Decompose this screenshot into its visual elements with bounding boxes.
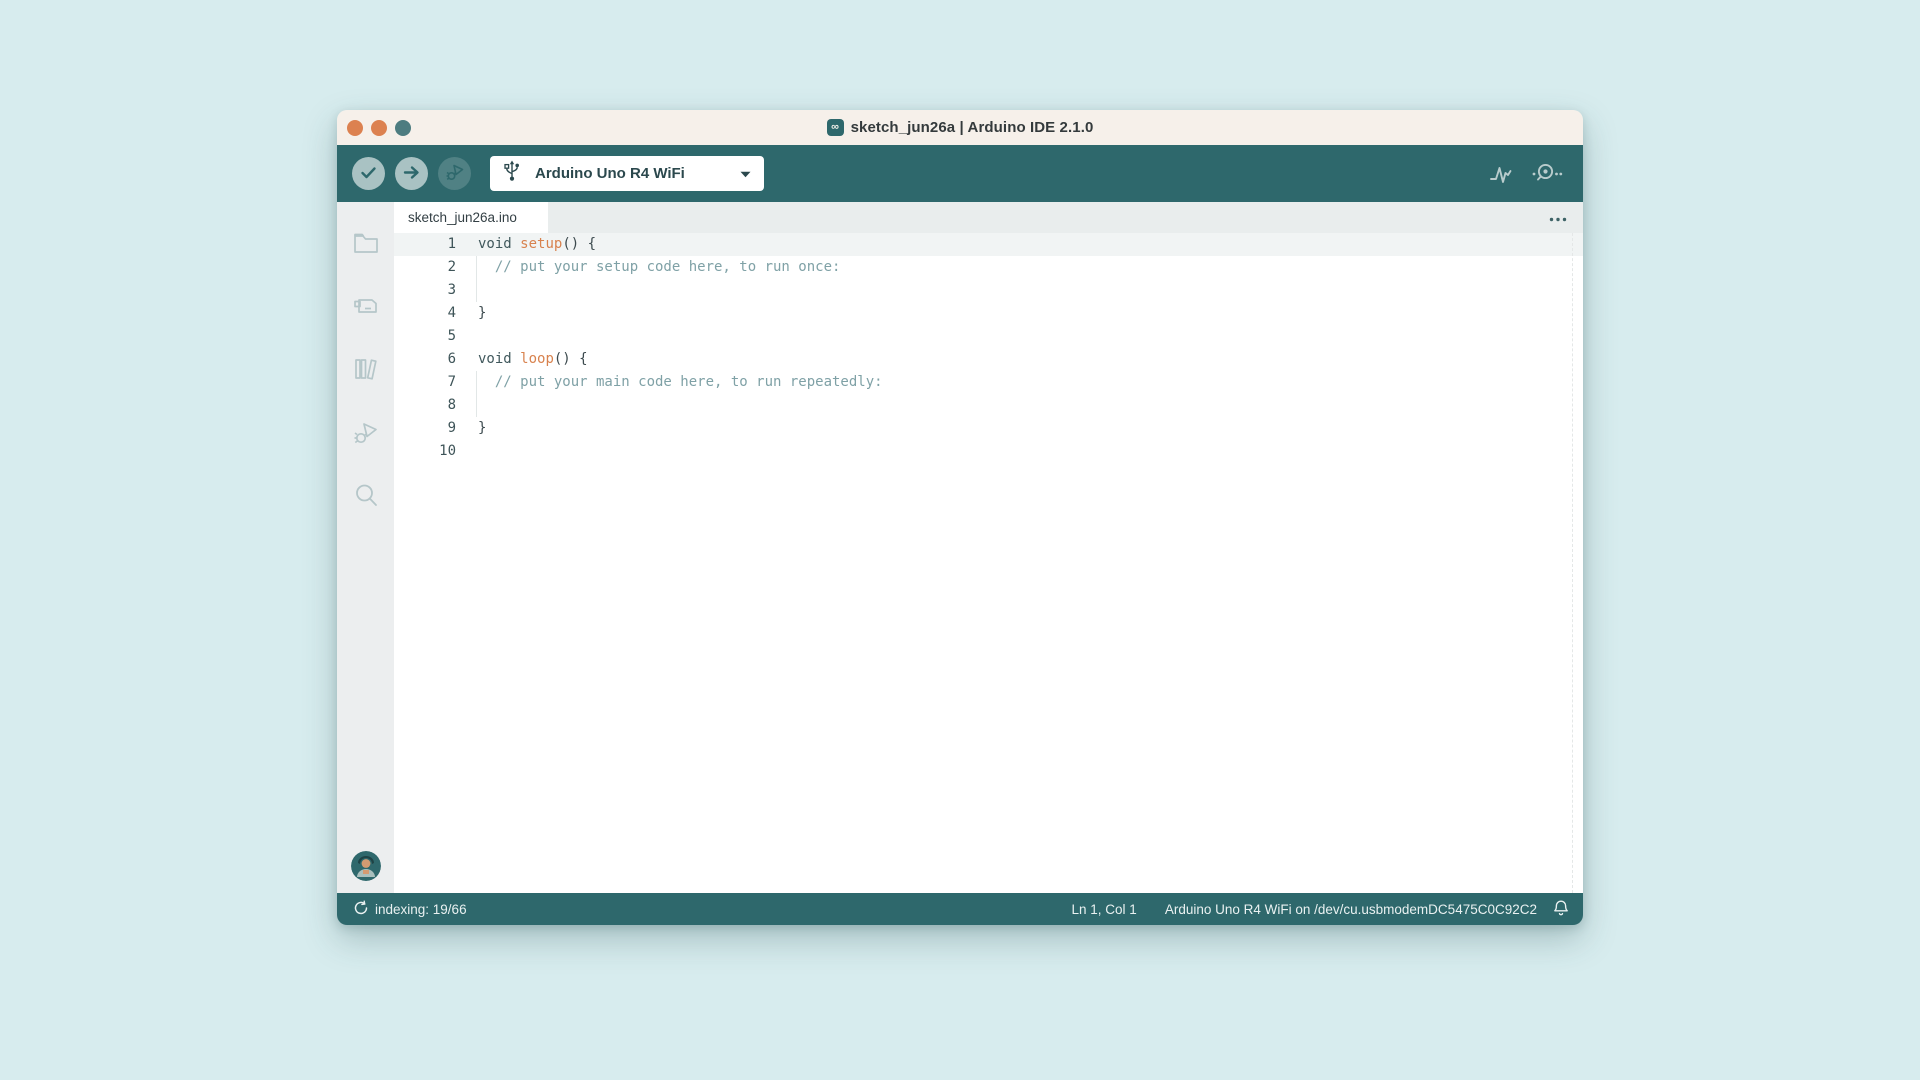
folder-icon bbox=[352, 230, 380, 261]
board-selector-value: Arduino Uno R4 WiFi bbox=[535, 165, 740, 182]
code-text bbox=[456, 325, 478, 348]
profile-avatar[interactable] bbox=[351, 851, 381, 881]
window-title-group: ∞ sketch_jun26a | Arduino IDE 2.1.0 bbox=[827, 119, 1094, 136]
line-number: 7 bbox=[394, 371, 456, 394]
code-line[interactable]: 1void setup() { bbox=[394, 233, 1583, 256]
zoom-button[interactable] bbox=[395, 120, 411, 136]
line-number: 6 bbox=[394, 348, 456, 371]
search-icon bbox=[352, 481, 380, 514]
code-text: } bbox=[456, 302, 486, 325]
code-text: // put your setup code here, to run once… bbox=[456, 256, 840, 279]
activity-sidebar bbox=[337, 202, 394, 893]
code-line[interactable]: 4} bbox=[394, 302, 1583, 325]
line-number: 10 bbox=[394, 440, 456, 463]
library-books-icon bbox=[352, 355, 380, 388]
code-editor[interactable]: 1void setup() {2 // put your setup code … bbox=[394, 233, 1583, 893]
line-number: 5 bbox=[394, 325, 456, 348]
tab-label: sketch_jun26a.ino bbox=[408, 210, 517, 225]
indent-guide bbox=[476, 256, 477, 302]
serial-monitor-icon bbox=[1531, 159, 1563, 188]
code-text: // put your main code here, to run repea… bbox=[456, 371, 883, 394]
sync-icon bbox=[353, 900, 369, 919]
line-number: 9 bbox=[394, 417, 456, 440]
traffic-lights bbox=[347, 110, 411, 145]
debug-bug-icon bbox=[445, 162, 465, 185]
code-line[interactable]: 8 bbox=[394, 394, 1583, 417]
code-lines: 1void setup() {2 // put your setup code … bbox=[394, 233, 1583, 463]
line-number: 4 bbox=[394, 302, 456, 325]
editor-pane: sketch_jun26a.ino 1void setup() {2 // pu… bbox=[394, 202, 1583, 893]
code-line[interactable]: 10 bbox=[394, 440, 1583, 463]
window-title: sketch_jun26a | Arduino IDE 2.1.0 bbox=[851, 119, 1094, 136]
serial-plotter-icon bbox=[1488, 160, 1513, 188]
upload-button[interactable] bbox=[395, 157, 428, 190]
code-text: } bbox=[456, 417, 486, 440]
scrollbar-ruler[interactable] bbox=[1572, 233, 1573, 893]
code-line[interactable]: 3 bbox=[394, 279, 1583, 302]
sidebar-item-sketchbook[interactable] bbox=[337, 214, 394, 277]
close-button[interactable] bbox=[347, 120, 363, 136]
tab-overflow-menu[interactable] bbox=[1549, 202, 1567, 233]
tab-bar: sketch_jun26a.ino bbox=[394, 202, 1583, 233]
code-text: void setup() { bbox=[456, 233, 596, 256]
board-port-status: Arduino Uno R4 WiFi on /dev/cu.usbmodemD… bbox=[1165, 902, 1537, 917]
code-line[interactable]: 5 bbox=[394, 325, 1583, 348]
code-line[interactable]: 6void loop() { bbox=[394, 348, 1583, 371]
line-number: 2 bbox=[394, 256, 456, 279]
minimize-button[interactable] bbox=[371, 120, 387, 136]
chevron-down-icon bbox=[740, 165, 751, 183]
bell-icon[interactable] bbox=[1553, 899, 1569, 920]
code-line[interactable]: 7 // put your main code here, to run rep… bbox=[394, 371, 1583, 394]
indent-guide bbox=[476, 371, 477, 417]
serial-plotter-button[interactable] bbox=[1488, 160, 1513, 188]
sidebar-item-debug[interactable] bbox=[337, 403, 394, 466]
sidebar-item-search[interactable] bbox=[337, 466, 394, 529]
code-text bbox=[456, 440, 478, 463]
sidebar-item-boards-manager[interactable] bbox=[337, 277, 394, 340]
code-text bbox=[456, 279, 478, 302]
titlebar: ∞ sketch_jun26a | Arduino IDE 2.1.0 bbox=[337, 110, 1583, 145]
line-number: 3 bbox=[394, 279, 456, 302]
status-bar: indexing: 19/66 Ln 1, Col 1 Arduino Uno … bbox=[337, 893, 1583, 925]
cursor-position: Ln 1, Col 1 bbox=[1072, 902, 1137, 917]
serial-monitor-button[interactable] bbox=[1531, 159, 1563, 188]
check-icon bbox=[359, 163, 378, 185]
indexing-status: indexing: 19/66 bbox=[375, 902, 467, 917]
main-area: sketch_jun26a.ino 1void setup() {2 // pu… bbox=[337, 202, 1583, 893]
toolbar: Arduino Uno R4 WiFi bbox=[337, 145, 1583, 202]
sidebar-item-library-manager[interactable] bbox=[337, 340, 394, 403]
code-line[interactable]: 9} bbox=[394, 417, 1583, 440]
code-line[interactable]: 2 // put your setup code here, to run on… bbox=[394, 256, 1583, 279]
arrow-right-icon bbox=[402, 163, 421, 185]
tab-sketch-jun26a[interactable]: sketch_jun26a.ino bbox=[394, 202, 548, 233]
ellipsis-icon bbox=[1549, 209, 1567, 227]
board-selector[interactable]: Arduino Uno R4 WiFi bbox=[490, 156, 764, 191]
code-text: void loop() { bbox=[456, 348, 588, 371]
debug-bug-icon bbox=[352, 418, 380, 451]
arduino-infinity-icon: ∞ bbox=[827, 119, 844, 136]
verify-button[interactable] bbox=[352, 157, 385, 190]
usb-icon bbox=[503, 160, 521, 187]
arduino-ide-window: ∞ sketch_jun26a | Arduino IDE 2.1.0 bbox=[337, 110, 1583, 925]
code-text bbox=[456, 394, 478, 417]
line-number: 1 bbox=[394, 233, 456, 256]
boards-manager-icon bbox=[352, 293, 380, 324]
line-number: 8 bbox=[394, 394, 456, 417]
debug-button[interactable] bbox=[438, 157, 471, 190]
